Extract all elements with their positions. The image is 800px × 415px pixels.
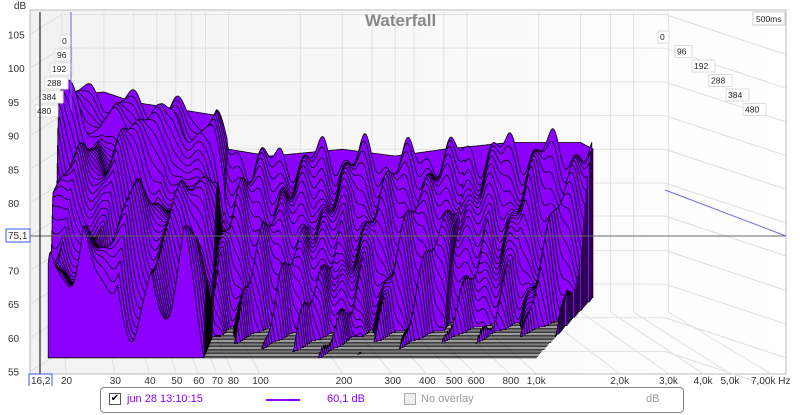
x-tick-label: 600 bbox=[468, 376, 485, 386]
time-tick-label: 480 bbox=[37, 106, 51, 116]
y-tick-label: 80 bbox=[8, 199, 20, 210]
time-tick-label: 192 bbox=[694, 61, 708, 71]
legend-panel: ✔ jun 28 13:10:15 60,1 dB No overlay dB bbox=[100, 387, 684, 413]
time-tick-label: 384 bbox=[42, 92, 56, 102]
x-tick-label: 400 bbox=[419, 376, 436, 386]
time-tick-label: 192 bbox=[52, 64, 66, 74]
overlay-unit: dB bbox=[646, 393, 660, 405]
y-tick-label: 65 bbox=[8, 300, 20, 311]
y-tick-label: 90 bbox=[8, 132, 20, 143]
x-tick-label: 800 bbox=[502, 376, 519, 386]
y-tick-label: 95 bbox=[8, 98, 20, 109]
x-tick-label: 1,0k bbox=[527, 376, 547, 386]
cursor-db-readout: 75,1 bbox=[8, 231, 28, 242]
measurement-checkbox[interactable]: ✔ bbox=[109, 393, 121, 405]
x-tick-label: 20 bbox=[61, 376, 73, 386]
x-tick-label: 4,0k bbox=[694, 376, 714, 386]
overlay-label: No overlay bbox=[421, 393, 474, 405]
x-tick-label: 7,00k Hz bbox=[751, 376, 790, 386]
cursor-hz-readout: 16,2 bbox=[31, 376, 51, 386]
x-tick-label: 2,0k bbox=[610, 376, 630, 386]
time-tick-label: 96 bbox=[677, 47, 687, 57]
y-tick-label: 100 bbox=[8, 64, 25, 75]
waterfall-chart[interactable]: dB 105 100 95 90 85 80 75,1 70 65 60 55 20 30 40 50 60… bbox=[0, 0, 800, 386]
time-tick-label: 0 bbox=[660, 32, 665, 42]
x-tick-label: 50 bbox=[171, 376, 183, 386]
x-tick-label: 200 bbox=[336, 376, 353, 386]
y-tick-label: 60 bbox=[8, 334, 20, 345]
y-tick-label: 105 bbox=[8, 30, 25, 41]
series-color-swatch bbox=[266, 399, 300, 401]
time-tick-label: 480 bbox=[745, 105, 759, 115]
overlay-checkbox[interactable] bbox=[404, 393, 416, 405]
x-tick-label: 30 bbox=[110, 376, 122, 386]
y-tick-label: 85 bbox=[8, 165, 20, 176]
time-tick-label: 0 bbox=[62, 36, 67, 46]
y-tick-label: 55 bbox=[8, 367, 20, 378]
y-axis-label: dB bbox=[14, 1, 27, 12]
x-tick-label: 40 bbox=[144, 376, 156, 386]
x-tick-label: 70 bbox=[212, 376, 224, 386]
x-tick-label: 100 bbox=[252, 376, 269, 386]
time-tick-label: 96 bbox=[57, 50, 67, 60]
x-tick-label: 60 bbox=[193, 376, 205, 386]
measurement-name: jun 28 13:10:15 bbox=[127, 393, 203, 405]
time-tick-label: 288 bbox=[47, 78, 61, 88]
x-tick-label: 300 bbox=[384, 376, 401, 386]
x-tick-label: 500 bbox=[446, 376, 463, 386]
measurement-value: 60,1 dB bbox=[327, 393, 365, 405]
time-range-label: 500ms bbox=[756, 14, 782, 24]
time-tick-label: 288 bbox=[711, 76, 725, 86]
y-tick-label: 70 bbox=[8, 266, 20, 277]
chart-title: Waterfall bbox=[365, 11, 436, 30]
x-tick-label: 5,0k bbox=[721, 376, 741, 386]
x-tick-label: 3,0k bbox=[659, 376, 679, 386]
time-tick-label: 384 bbox=[728, 90, 742, 100]
x-tick-label: 80 bbox=[228, 376, 240, 386]
